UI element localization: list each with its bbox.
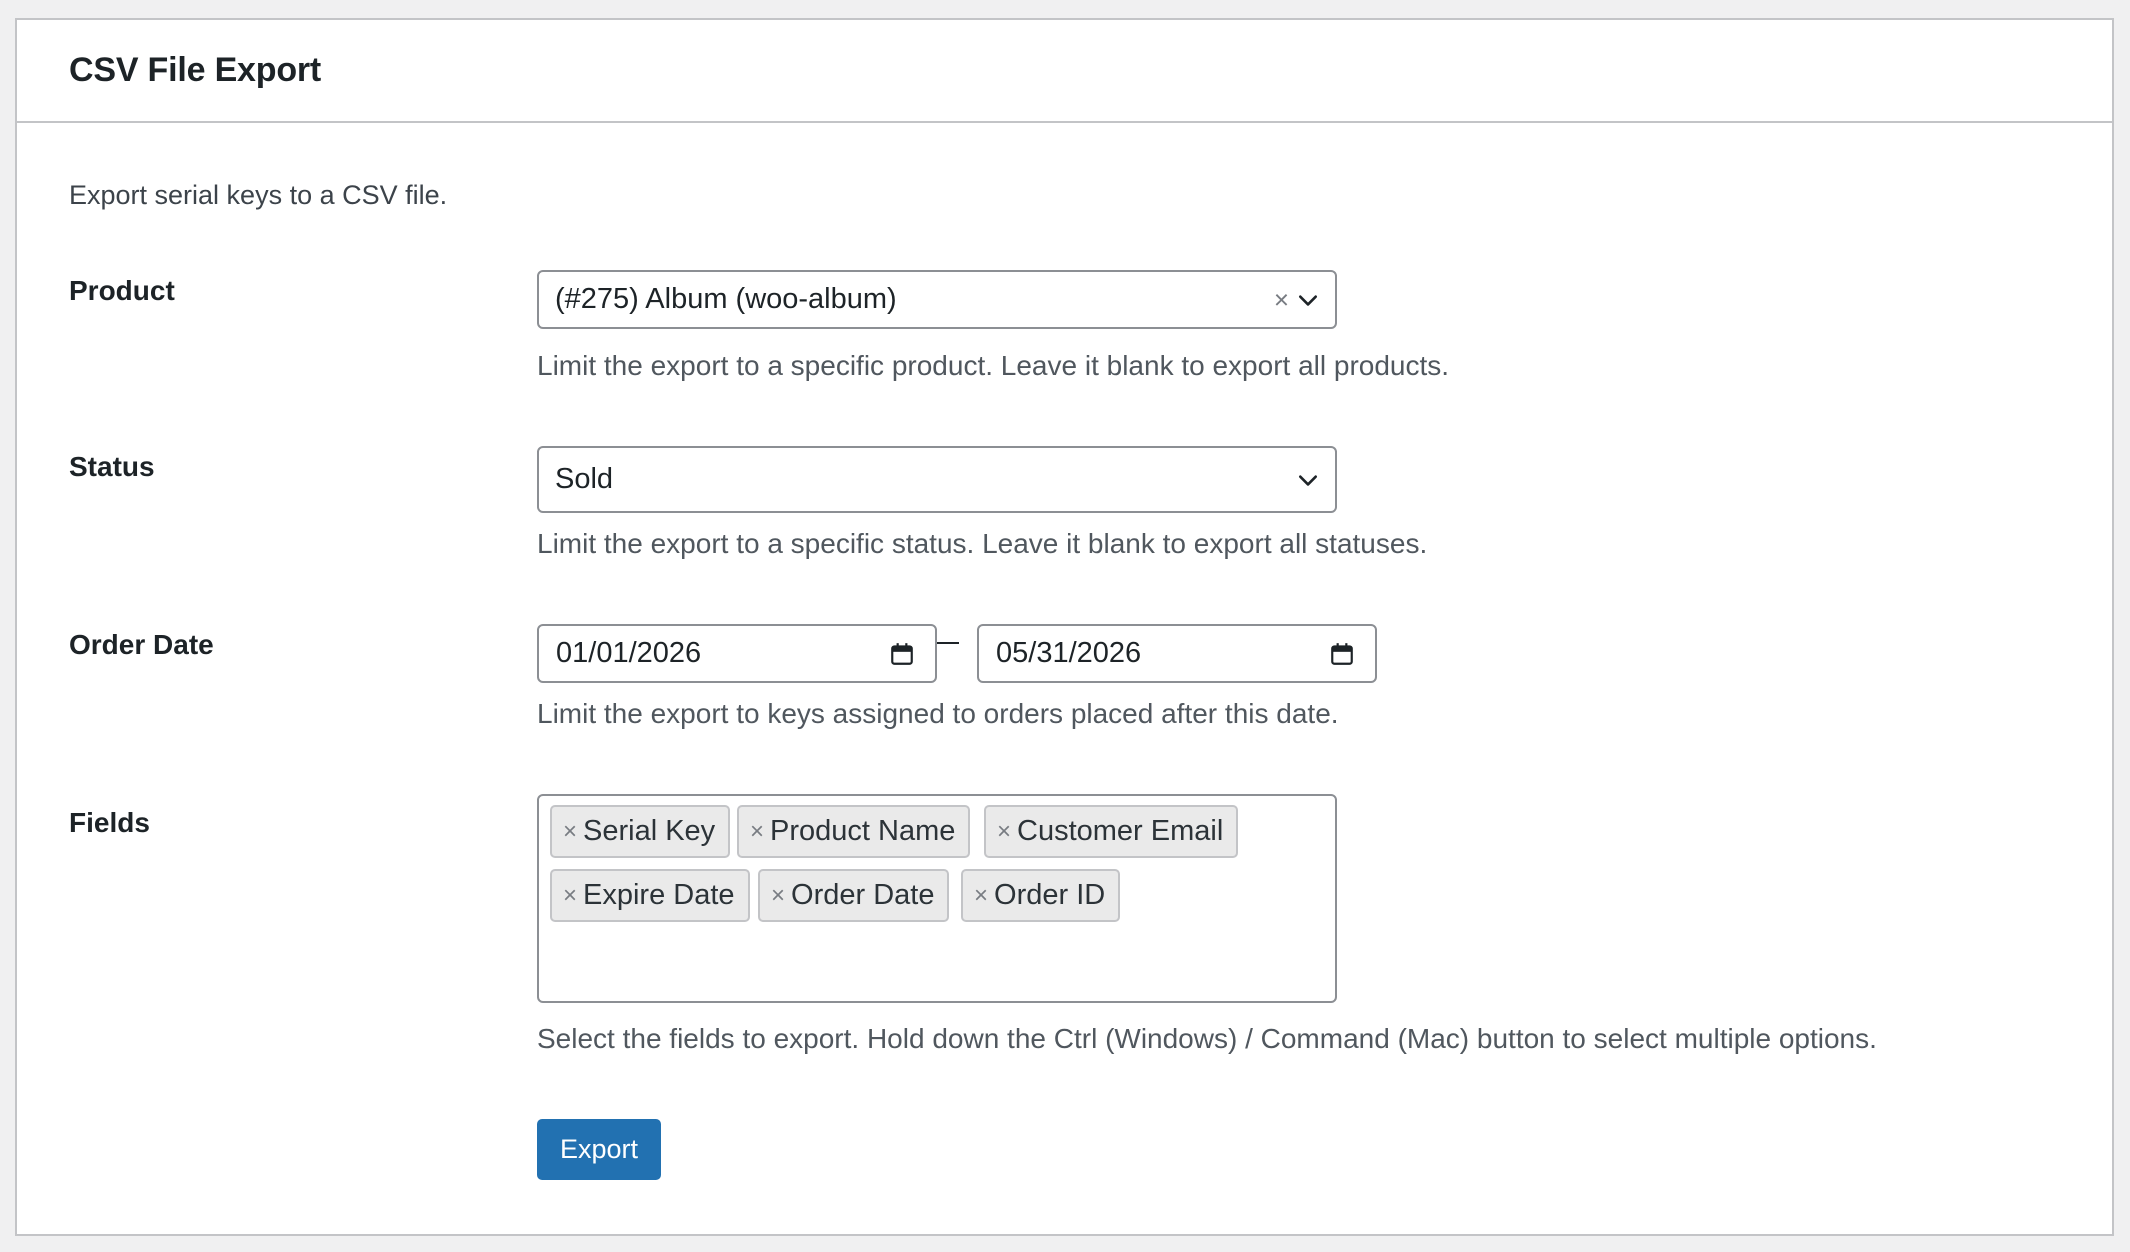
remove-icon[interactable]: ×	[771, 882, 785, 910]
product-label: Product	[69, 275, 175, 306]
order-date-from-input[interactable]: 01/01/2026	[537, 624, 937, 683]
remove-icon[interactable]: ×	[563, 818, 577, 846]
csv-export-panel: CSV File Export Export serial keys to a …	[15, 18, 2114, 1236]
remove-icon[interactable]: ×	[563, 882, 577, 910]
status-select[interactable]: Sold	[537, 446, 1337, 513]
field-tag-order-id: × Order ID	[961, 869, 1121, 922]
order-date-label: Order Date	[69, 629, 214, 660]
order-date-help: Limit the export to keys assigned to ord…	[537, 698, 1339, 729]
remove-icon[interactable]: ×	[974, 882, 988, 910]
page-title: CSV File Export	[69, 51, 322, 89]
field-tag-label: Customer Email	[1017, 815, 1224, 847]
field-tag-product-name: × Product Name	[737, 805, 971, 858]
chevron-down-icon[interactable]	[1297, 289, 1319, 311]
status-help: Limit the export to a specific status. L…	[537, 528, 1428, 559]
product-select[interactable]: (#275) Album (woo-album) ×	[537, 270, 1337, 329]
field-tag-order-date: × Order Date	[758, 869, 950, 922]
export-button[interactable]: Export	[537, 1119, 661, 1180]
fields-help: Select the fields to export. Hold down t…	[537, 1023, 1877, 1054]
product-help: Limit the export to a specific product. …	[537, 350, 1450, 381]
calendar-icon[interactable]	[1329, 641, 1355, 667]
field-tag-label: Order Date	[791, 879, 935, 911]
remove-icon[interactable]: ×	[997, 818, 1011, 846]
remove-icon[interactable]: ×	[750, 818, 764, 846]
product-select-value: (#275) Album (woo-album)	[555, 283, 897, 315]
panel-header: CSV File Export	[17, 20, 2112, 123]
date-range-separator	[937, 642, 959, 644]
fields-label: Fields	[69, 807, 150, 838]
field-tag-serial-key: × Serial Key	[550, 805, 731, 858]
product-select-box[interactable]: (#275) Album (woo-album) ×	[537, 270, 1337, 329]
order-date-to-value: 05/31/2026	[996, 637, 1142, 669]
field-tag-label: Expire Date	[583, 879, 735, 911]
calendar-icon[interactable]	[889, 641, 915, 667]
status-label: Status	[69, 451, 155, 482]
order-date-to-input[interactable]: 05/31/2026	[977, 624, 1377, 683]
field-tag-label: Order ID	[994, 879, 1106, 911]
chevron-down-icon[interactable]	[1297, 469, 1319, 491]
field-tag-label: Serial Key	[583, 815, 716, 847]
fields-multiselect[interactable]: × Serial Key × Product Name × Customer E…	[537, 794, 1337, 1003]
status-select-box[interactable]: Sold	[537, 446, 1337, 513]
field-tag-label: Product Name	[770, 815, 956, 847]
field-tag-customer-email: × Customer Email	[984, 805, 1239, 858]
status-select-value: Sold	[555, 463, 614, 495]
order-date-from-value: 01/01/2026	[556, 637, 702, 669]
clear-icon[interactable]: ×	[1274, 284, 1289, 315]
intro-text: Export serial keys to a CSV file.	[69, 180, 448, 210]
field-tag-expire-date: × Expire Date	[550, 869, 750, 922]
